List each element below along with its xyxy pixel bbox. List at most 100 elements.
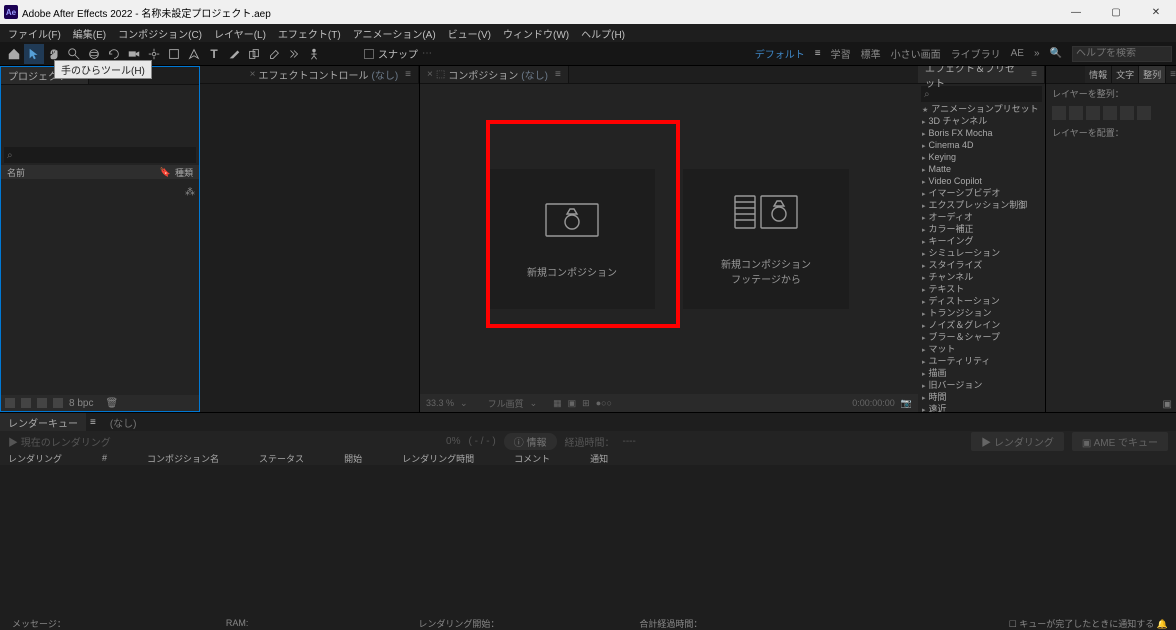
rq-col-notify[interactable]: 通知	[590, 452, 608, 465]
shape-tool[interactable]	[164, 44, 184, 64]
clone-tool[interactable]	[244, 44, 264, 64]
rq-col-start[interactable]: 開始	[344, 452, 362, 465]
col-name[interactable]: 名前	[7, 166, 25, 179]
snap-options-icon[interactable]: ⋯	[422, 48, 432, 59]
channel-icon[interactable]: ●○○	[596, 398, 612, 408]
effects-category[interactable]: 描画	[918, 368, 1045, 380]
zoom-level[interactable]: 33.3 %	[426, 398, 454, 408]
effects-category[interactable]: イマーシブビデオ	[918, 188, 1045, 200]
align-top-button[interactable]	[1103, 106, 1117, 120]
new-comp-from-footage-card[interactable]: 新規コンポジション フッテージから	[683, 169, 849, 309]
rq-menu-icon[interactable]: ≡	[90, 417, 96, 428]
camera-icon[interactable]: 📷	[901, 398, 912, 409]
menu-view[interactable]: ビュー(V)	[444, 26, 495, 41]
minimize-button[interactable]: —	[1056, 0, 1096, 24]
info-tab[interactable]: 情報	[1085, 66, 1112, 83]
effects-category[interactable]: テキスト	[918, 284, 1045, 296]
effects-category-list[interactable]: アニメーションプリセット3D チャンネルBoris FX MochaCinema…	[918, 104, 1045, 412]
flow-icon[interactable]: ⁂	[185, 187, 195, 198]
col-type[interactable]: 種類	[175, 166, 193, 179]
quality[interactable]: フル画質	[488, 397, 524, 410]
effects-category[interactable]: ディストーション	[918, 296, 1045, 308]
menu-window[interactable]: ウィンドウ(W)	[499, 26, 573, 41]
rq-col-status[interactable]: ステータス	[259, 452, 304, 465]
effects-category[interactable]: Matte	[918, 164, 1045, 176]
help-search-input[interactable]	[1076, 48, 1168, 59]
grid-icon[interactable]: ▦	[553, 398, 562, 409]
maximize-button[interactable]: ▢	[1096, 0, 1136, 24]
new-composition-card[interactable]: 新規コンポジション	[489, 169, 655, 309]
effects-category[interactable]: ブラー＆シャープ	[918, 332, 1045, 344]
align-left-button[interactable]	[1052, 106, 1066, 120]
status-notify[interactable]: ☐ キューが完了したときに通知する 🔔	[1009, 617, 1168, 630]
menu-animation[interactable]: アニメーション(A)	[349, 26, 440, 41]
effects-category[interactable]: Video Copilot	[918, 176, 1045, 188]
align-right-button[interactable]	[1086, 106, 1100, 120]
snap-checkbox[interactable]	[364, 49, 374, 59]
workspace-more[interactable]: »	[1034, 48, 1040, 59]
delete-button[interactable]: 🗑	[105, 398, 118, 409]
menu-effect[interactable]: エフェクト(T)	[274, 26, 345, 41]
rq-col-index[interactable]: #	[102, 453, 107, 463]
new-comp-button[interactable]	[37, 398, 47, 408]
effects-category[interactable]: チャンネル	[918, 272, 1045, 284]
composition-tab[interactable]: × ⬚ コンポジション (なし) ≡	[420, 66, 569, 83]
effects-category[interactable]: シミュレーション	[918, 248, 1045, 260]
render-queue-tab[interactable]: レンダーキュー	[0, 413, 86, 431]
effects-category[interactable]: Boris FX Mocha	[918, 128, 1045, 140]
effects-category[interactable]: 3D チャンネル	[918, 116, 1045, 128]
home-tool[interactable]	[4, 44, 24, 64]
rq-info-pill[interactable]: ⓘ 情報	[504, 433, 557, 450]
interpret-button[interactable]	[5, 398, 15, 408]
effect-controls-tab[interactable]: × エフェクトコントロール (なし) ≡	[243, 66, 419, 83]
eraser-tool[interactable]	[264, 44, 284, 64]
brush-tool[interactable]	[224, 44, 244, 64]
menu-layer[interactable]: レイヤー(L)	[210, 26, 270, 41]
workspace-small[interactable]: 小さい画面	[891, 46, 941, 61]
new-folder-button[interactable]	[21, 398, 31, 408]
bpc-label[interactable]: 8 bpc	[69, 398, 93, 409]
align-tab[interactable]: 整列	[1139, 66, 1166, 83]
menu-help[interactable]: ヘルプ(H)	[577, 26, 629, 41]
rq-col-time[interactable]: レンダリング時間	[402, 452, 474, 465]
puppet-tool[interactable]	[304, 44, 324, 64]
workspace-menu-icon[interactable]: ≡	[815, 48, 821, 59]
workspace-ae-icon[interactable]: AE	[1011, 48, 1024, 59]
align-menu-icon[interactable]: ≡	[1170, 69, 1176, 80]
workspace-standard[interactable]: 標準	[861, 46, 881, 61]
menu-composition[interactable]: コンポジション(C)	[114, 26, 206, 41]
align-vcenter-button[interactable]	[1120, 106, 1134, 120]
effects-category[interactable]: 遠近	[918, 404, 1045, 412]
effects-category[interactable]: スタイライズ	[918, 260, 1045, 272]
effects-category[interactable]: アニメーションプリセット	[918, 104, 1045, 116]
workspace-library[interactable]: ライブラリ	[951, 46, 1001, 61]
effects-search-input[interactable]	[932, 89, 1039, 100]
selection-tool[interactable]	[24, 44, 44, 64]
effects-category[interactable]: ユーティリティ	[918, 356, 1045, 368]
rq-col-comment[interactable]: コメント	[514, 452, 550, 465]
ame-queue-button[interactable]: ▣ AME でキュー	[1072, 432, 1168, 451]
menu-edit[interactable]: 編集(E)	[69, 26, 110, 41]
rq-col-render[interactable]: レンダリング	[8, 452, 62, 465]
effects-category[interactable]: マット	[918, 344, 1045, 356]
close-button[interactable]: ✕	[1136, 0, 1176, 24]
align-bottom-button[interactable]	[1137, 106, 1151, 120]
effects-category[interactable]: 時間	[918, 392, 1045, 404]
settings-button[interactable]	[53, 398, 63, 408]
effects-category[interactable]: Keying	[918, 152, 1045, 164]
snap-control[interactable]: スナップ ⋯	[364, 46, 432, 61]
render-button[interactable]: ▶ レンダリング	[971, 432, 1064, 451]
text-tool[interactable]: T	[204, 44, 224, 64]
effects-category[interactable]: ノイズ＆グレイン	[918, 320, 1045, 332]
help-search[interactable]	[1072, 46, 1172, 62]
col-tag-icon[interactable]: 🔖	[160, 167, 171, 178]
guide-icon[interactable]: ⊞	[582, 398, 590, 409]
project-search-input[interactable]	[16, 150, 193, 161]
workspace-default[interactable]: デフォルト	[755, 46, 805, 61]
timecode[interactable]: 0:00:00:00	[852, 398, 895, 408]
align-hcenter-button[interactable]	[1069, 106, 1083, 120]
effects-category[interactable]: 旧バージョン	[918, 380, 1045, 392]
mask-icon[interactable]: ▣	[568, 398, 577, 409]
effects-category[interactable]: オーディオ	[918, 212, 1045, 224]
effects-presets-tab[interactable]: エフェクト＆プリセット≡	[918, 66, 1045, 83]
